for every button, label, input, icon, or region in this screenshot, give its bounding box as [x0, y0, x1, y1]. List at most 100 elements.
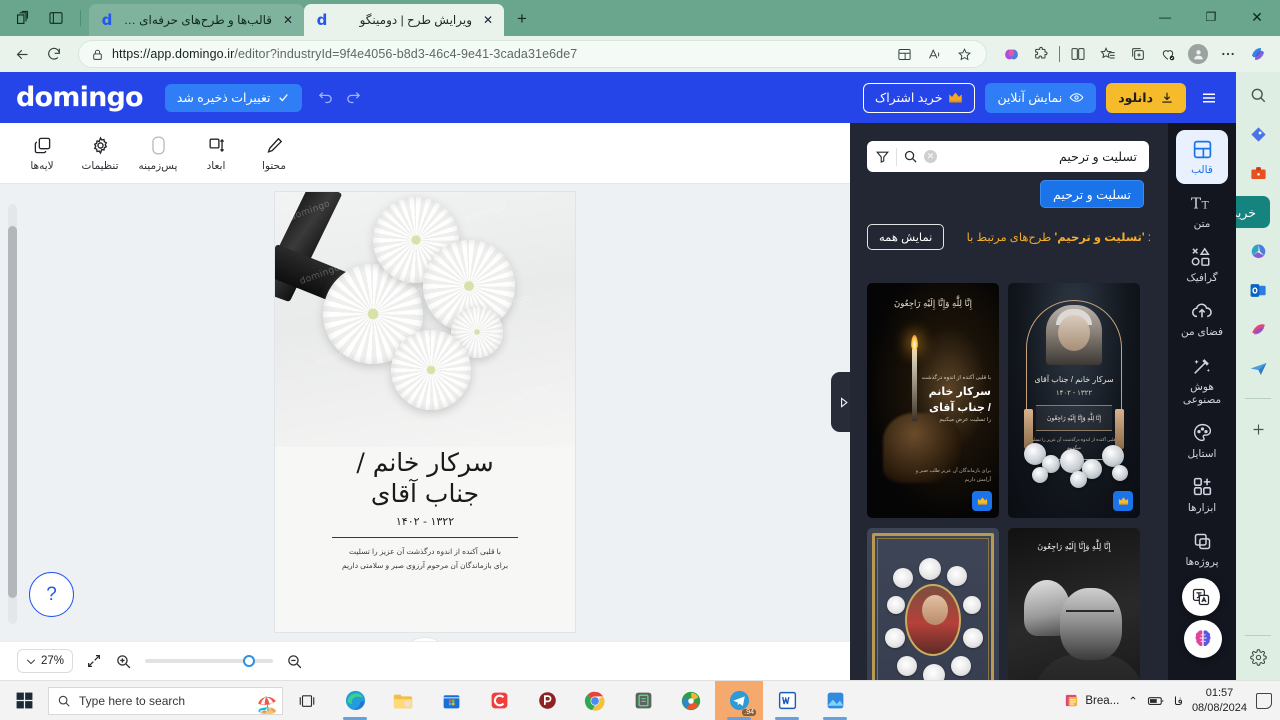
fit-screen-icon[interactable]: [86, 653, 102, 669]
shopping-tag-icon[interactable]: [1245, 121, 1271, 147]
premium-crown-badge[interactable]: [1113, 491, 1133, 511]
template-card[interactable]: إِنَّا لِلَّٰهِ وَإِنَّا إِلَيْهِ رَاجِع…: [867, 283, 999, 518]
tool-layers[interactable]: لایه‌ها: [14, 130, 70, 176]
taskbar-app-camtasia[interactable]: [475, 681, 523, 720]
notification-center-icon[interactable]: [1256, 692, 1272, 709]
taskbar-app-parsijoo[interactable]: [523, 681, 571, 720]
outlook-icon[interactable]: [1245, 277, 1271, 303]
premium-crown-badge[interactable]: [972, 491, 992, 511]
design-artboard[interactable]: domingo domingo domingo domingo domingo …: [275, 192, 575, 632]
tool-dimensions[interactable]: ابعاد: [188, 130, 244, 176]
rail-item-graphics[interactable]: گرافیک: [1176, 238, 1228, 292]
ai-brain-float-button[interactable]: [1184, 620, 1222, 658]
zoom-out-icon[interactable]: [286, 653, 303, 670]
browser-essentials-icon[interactable]: [1154, 40, 1182, 68]
tray-overflow-chevron-icon[interactable]: ⌃: [1128, 694, 1138, 708]
reload-icon[interactable]: [40, 40, 68, 68]
taskbar-app-chrome[interactable]: [571, 681, 619, 720]
task-view-icon[interactable]: [283, 681, 331, 720]
domingo-logo[interactable]: domingo: [16, 82, 144, 113]
download-button[interactable]: دانلود: [1106, 82, 1186, 113]
split-screen-icon[interactable]: [1064, 40, 1092, 68]
tab-pane-icon[interactable]: [44, 6, 68, 30]
scrollbar-thumb[interactable]: [8, 226, 17, 598]
template-card[interactable]: سرکار خانم / جناب آقای: [867, 528, 999, 683]
zoom-slider-knob[interactable]: [243, 655, 256, 667]
tray-app-brea[interactable]: Brea...: [1063, 692, 1119, 709]
tool-settings[interactable]: تنظیمات: [72, 130, 128, 176]
favorite-star-icon[interactable]: [950, 40, 978, 68]
design-text-block[interactable]: سرکار خانم / جناب آقای ۱۳۲۲ - ۱۴۰۲ با قل…: [275, 447, 575, 573]
designer-icon[interactable]: [1245, 316, 1271, 342]
taskbar-app-telegram[interactable]: .94: [715, 680, 763, 720]
language-indicator[interactable]: فا: [1174, 694, 1183, 708]
rail-item-tools[interactable]: ابزارها: [1176, 468, 1228, 522]
search-icon[interactable]: [1245, 82, 1271, 108]
tool-content[interactable]: محتوا: [246, 130, 302, 176]
copilot-sidebar-icon[interactable]: [1244, 40, 1272, 68]
taskbar-app-file-explorer[interactable]: [379, 681, 427, 720]
taskbar-app-edge[interactable]: [331, 681, 379, 720]
canvas-vertical-scrollbar[interactable]: [8, 204, 17, 624]
search-input[interactable]: تسلیت و ترحیم: [943, 149, 1141, 164]
undo-icon[interactable]: [314, 87, 336, 109]
copilot-icon[interactable]: [997, 40, 1025, 68]
template-card[interactable]: سرکار خانم / جناب آقای ۱۳۲۲ - ۱۴۰۲ إِنَّ…: [1008, 283, 1140, 518]
window-maximize-button[interactable]: ❐: [1188, 0, 1234, 34]
online-preview-button[interactable]: نمایش آنلاین: [985, 82, 1097, 113]
extensions-icon[interactable]: [1027, 40, 1055, 68]
window-minimize-button[interactable]: —: [1142, 0, 1188, 34]
zoom-level-selector[interactable]: 27%: [17, 649, 74, 673]
tab-actions-icon[interactable]: [1124, 40, 1152, 68]
taskbar-search-box[interactable]: Type here to search 🏖️: [48, 686, 283, 715]
split-view-icon[interactable]: [890, 40, 918, 68]
tool-background[interactable]: پس‌زمینه: [130, 130, 186, 176]
canvas-area[interactable]: domingo domingo domingo domingo domingo …: [0, 184, 850, 641]
clear-x-icon[interactable]: ✕: [924, 150, 937, 163]
rail-item-template[interactable]: قالب: [1176, 130, 1228, 185]
browser-tab-2[interactable]: d ویرایش طرح | دومینگو ✕: [304, 4, 504, 36]
search-icon[interactable]: [903, 149, 918, 164]
add-sidebar-icon[interactable]: [1245, 416, 1271, 442]
tab-close-icon[interactable]: ✕: [280, 12, 296, 28]
translate-float-button[interactable]: [1182, 578, 1220, 616]
taskbar-app-photos[interactable]: [811, 681, 859, 720]
profile-icon[interactable]: [1184, 40, 1212, 68]
template-search-bar[interactable]: تسلیت و ترحیم ✕: [867, 141, 1149, 172]
rail-item-text[interactable]: TT متن: [1176, 184, 1228, 238]
taskbar-app-notes[interactable]: [619, 681, 667, 720]
subscribe-button[interactable]: خرید اشتراک: [863, 82, 976, 113]
back-icon[interactable]: [8, 40, 36, 68]
help-button[interactable]: ?: [29, 572, 74, 617]
address-bar[interactable]: https://app.domingo.ir/editor?industryId…: [78, 40, 987, 68]
battery-icon[interactable]: [1147, 695, 1165, 707]
favorites-list-icon[interactable]: [1094, 40, 1122, 68]
taskbar-app-microsoft-store[interactable]: [427, 681, 475, 720]
sidebar-settings-gear-icon[interactable]: [1245, 644, 1271, 670]
zoom-in-icon[interactable]: [115, 653, 132, 670]
show-all-button[interactable]: نمایش همه: [867, 223, 945, 250]
active-search-tag[interactable]: تسلیت و ترحیم: [1040, 180, 1144, 208]
window-close-button[interactable]: ✕: [1234, 0, 1280, 34]
browser-tab-1[interactable]: d قالب‌ها و طرح‌های حرفه‌ای و رایگان ✕: [89, 4, 304, 36]
zoom-slider[interactable]: [145, 655, 274, 667]
rail-item-projects[interactable]: پروژه‌ها: [1176, 522, 1228, 576]
windows-start-icon[interactable]: [0, 681, 48, 720]
redo-icon[interactable]: [342, 87, 364, 109]
workspaces-icon[interactable]: [10, 6, 34, 30]
hamburger-menu-icon[interactable]: [1196, 85, 1222, 111]
telegram-icon[interactable]: [1245, 355, 1271, 381]
new-tab-button[interactable]: +: [508, 5, 536, 33]
rail-item-ai[interactable]: هوش مصنوعی: [1176, 347, 1228, 414]
tools-briefcase-icon[interactable]: [1245, 160, 1271, 186]
template-card[interactable]: إِنَّا لِلَّٰهِ وَإِنَّا إِلَيْهِ رَاجِع…: [1008, 528, 1140, 683]
taskbar-app-idm[interactable]: [667, 681, 715, 720]
taskbar-clock[interactable]: 01:57 08/08/2024: [1192, 686, 1247, 716]
taskbar-app-word[interactable]: [763, 681, 811, 720]
tab-close-icon[interactable]: ✕: [480, 12, 496, 28]
read-aloud-icon[interactable]: [920, 40, 948, 68]
rail-item-myspace[interactable]: فضای من: [1176, 292, 1228, 346]
settings-more-icon[interactable]: [1214, 40, 1242, 68]
filter-icon[interactable]: [875, 149, 890, 164]
rail-item-style[interactable]: استایل: [1176, 414, 1228, 468]
